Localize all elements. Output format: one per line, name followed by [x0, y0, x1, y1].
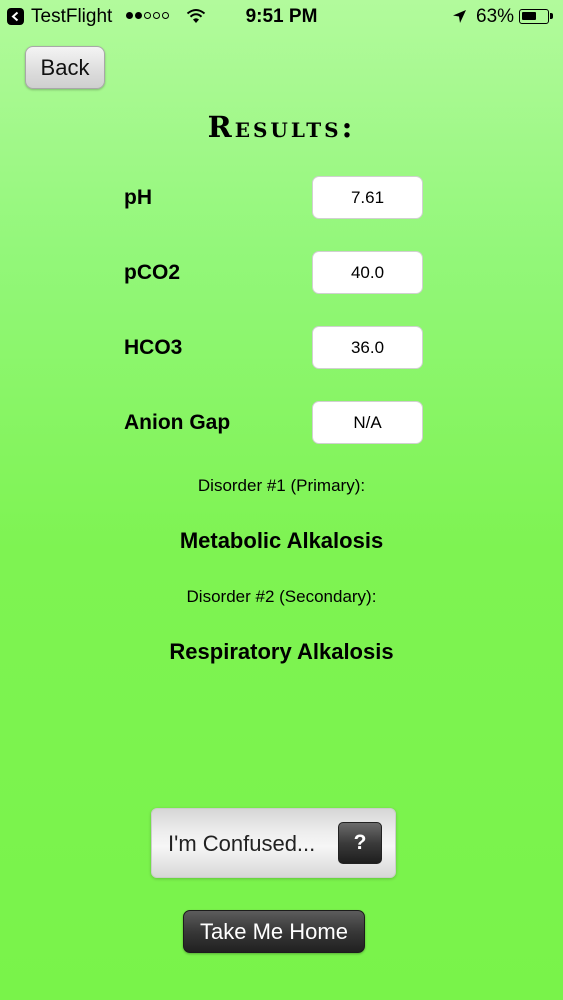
anion-gap-label: Anion Gap — [124, 411, 231, 434]
location-arrow-icon — [453, 10, 466, 23]
pco2-label: pCO2 — [124, 261, 181, 284]
battery-icon — [519, 9, 549, 24]
status-bar: TestFlight 9:51 PM 63% — [0, 0, 563, 33]
anion-gap-value-field: N/A — [312, 401, 423, 444]
hco3-value-field: 36.0 — [312, 326, 423, 369]
pco2-value-field: 40.0 — [312, 251, 423, 294]
secondary-disorder-name: Respiratory Alkalosis — [169, 639, 394, 664]
hco3-label: HCO3 — [124, 336, 183, 359]
question-mark-icon[interactable]: ? — [338, 822, 382, 864]
back-button[interactable]: Back — [25, 46, 105, 89]
ph-label: pH — [124, 186, 152, 209]
ph-value-field: 7.61 — [312, 176, 423, 219]
battery-level-fill — [522, 12, 536, 20]
im-confused-button[interactable]: I'm Confused... ? — [151, 808, 396, 878]
battery-tip — [550, 13, 553, 19]
primary-disorder-name: Metabolic Alkalosis — [179, 528, 384, 553]
secondary-disorder-caption: Disorder #2 (Secondary): — [186, 587, 377, 606]
primary-disorder-caption: Disorder #1 (Primary): — [197, 476, 366, 495]
im-confused-label: I'm Confused... — [168, 831, 316, 856]
take-me-home-button[interactable]: Take Me Home — [183, 910, 365, 953]
battery-percentage: 63% — [476, 6, 515, 27]
page-title: Results: — [207, 110, 356, 144]
